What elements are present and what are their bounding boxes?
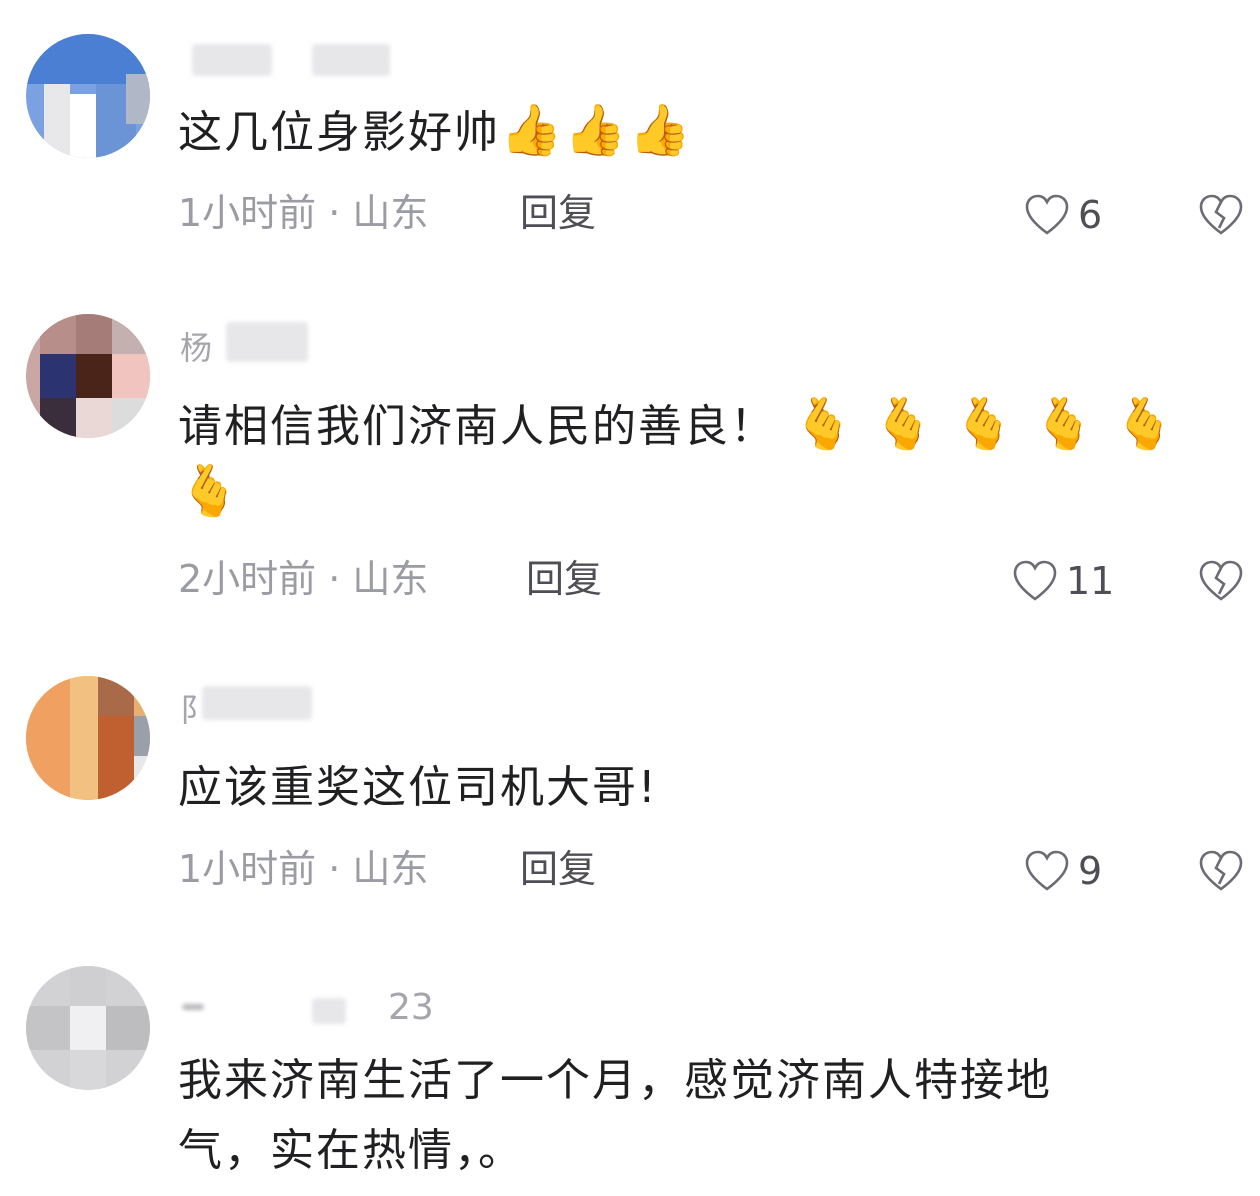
avatar[interactable] [26, 676, 150, 800]
username-fragment: 23 [388, 987, 434, 1028]
username[interactable]: 23 [180, 986, 440, 1030]
reply-button[interactable]: 回复 [520, 844, 596, 894]
avatar[interactable] [26, 314, 150, 438]
broken-heart-icon[interactable] [1198, 848, 1244, 894]
broken-heart-icon[interactable] [1198, 558, 1244, 604]
avatar[interactable] [26, 966, 150, 1090]
finger-heart-icon: 🫰 [178, 462, 243, 520]
username[interactable]: 杨 [180, 322, 320, 370]
username[interactable] [180, 38, 400, 82]
comment-text: 应该重奖这位司机大哥! [178, 762, 658, 813]
broken-heart-icon[interactable] [1198, 192, 1244, 238]
comment-text: 请相信我们济南人民的善良！ 🫰🫰🫰🫰🫰 🫰 [178, 392, 1218, 526]
username[interactable]: 阝 [180, 686, 320, 732]
comment-meta: 2小时前 · 山东 [178, 557, 429, 601]
like-button[interactable]: 6 [1024, 190, 1102, 240]
like-button[interactable]: 11 [1012, 556, 1114, 606]
comment-body: 这几位身影好帅 [178, 107, 500, 158]
finger-heart-icons: 🫰🫰🫰🫰🫰 [792, 395, 1194, 453]
thumbs-up-icons: 👍👍👍 [500, 101, 693, 159]
heart-outline-icon [1025, 850, 1069, 891]
like-count: 9 [1078, 849, 1103, 893]
reply-button[interactable]: 回复 [520, 188, 596, 238]
heart-outline-icon [1013, 560, 1057, 601]
reply-button[interactable]: 回复 [526, 554, 602, 604]
heart-outline-icon [1025, 194, 1069, 235]
comment-text: 这几位身影好帅👍👍👍 [178, 98, 1218, 165]
avatar[interactable] [26, 34, 150, 158]
like-count: 11 [1066, 559, 1115, 603]
like-count: 6 [1078, 193, 1103, 237]
username-fragment: 杨 [180, 329, 213, 367]
comment-meta: 1小时前 · 山东 [178, 191, 429, 235]
like-button[interactable]: 9 [1024, 846, 1102, 896]
comment-body-line-2: 气，实在热情，。 [178, 1125, 524, 1176]
comment-body: 请相信我们济南人民的善良！ [178, 401, 776, 452]
comment-body-line-1: 我来济南生活了一个月，感觉济南人特接地 [178, 1055, 1052, 1106]
comment-meta: 1小时前 · 山东 [178, 847, 429, 891]
comment-text: 我来济南生活了一个月，感觉济南人特接地 气，实在热情，。 [178, 1046, 1218, 1186]
